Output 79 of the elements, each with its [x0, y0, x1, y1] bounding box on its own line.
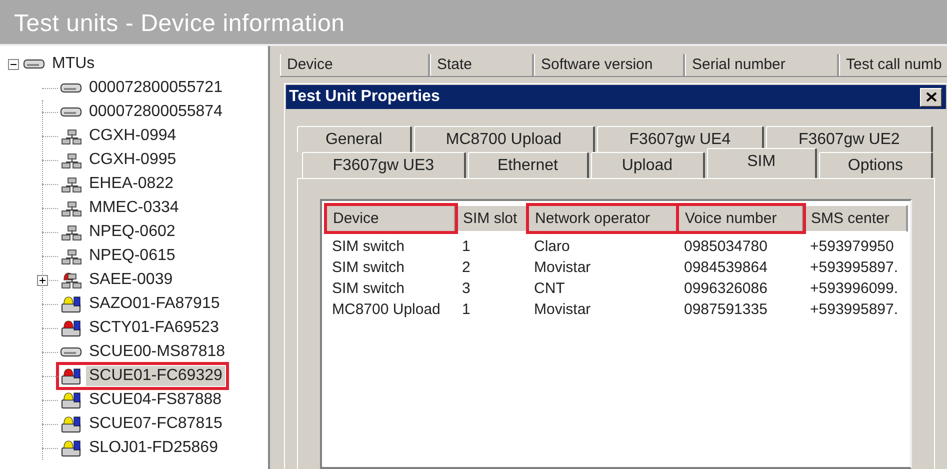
table-cell-text: CNT: [533, 280, 566, 297]
column-header[interactable]: Test call numb: [839, 54, 947, 76]
table-cell-text: 3: [461, 280, 472, 297]
network-icon: [60, 247, 82, 265]
network-icon: [60, 199, 82, 217]
network-icon: [60, 151, 82, 169]
close-button[interactable]: [920, 88, 942, 106]
tree-item[interactable]: EHEA-0822: [86, 174, 176, 194]
tree-item[interactable]: CGXH-0994: [86, 126, 180, 146]
table-cell-text: +593995897.: [809, 301, 900, 318]
table-cell-text: 0985034780: [683, 238, 768, 255]
table-cell-text: 1: [461, 238, 472, 255]
tab[interactable]: F3607gw UE4: [596, 126, 764, 152]
tree-item[interactable]: SAZO01-FA87915: [86, 294, 223, 314]
network-icon: [60, 127, 82, 145]
close-icon: [926, 92, 936, 102]
column-header[interactable]: Voice number: [678, 205, 804, 232]
tree-item[interactable]: SCUE01-FC69329: [86, 366, 226, 386]
table-cell-text: Movistar: [533, 301, 592, 318]
tab[interactable]: MC8700 Upload: [414, 126, 595, 152]
alarm-unit-icon: [60, 295, 82, 313]
tab[interactable]: Upload: [590, 152, 705, 178]
table-cell-text: SIM switch: [331, 280, 406, 297]
tree-item[interactable]: SAEE-0039: [86, 270, 176, 290]
tab[interactable]: General: [297, 126, 412, 152]
alarm-network-icon: [60, 271, 82, 289]
table-cell-text: SIM switch: [331, 238, 406, 255]
network-icon: [60, 223, 82, 241]
table-cell-text: 2: [461, 259, 472, 276]
tab[interactable]: F3607gw UE3: [302, 152, 466, 178]
table-cell-text: 0996326086: [683, 280, 768, 297]
column-header[interactable]: SIM slot: [456, 205, 528, 232]
drive-icon: [60, 347, 82, 357]
column-header[interactable]: Software version: [534, 54, 685, 76]
tree-item[interactable]: SCUE04-FS87888: [86, 390, 225, 410]
drive-icon: [23, 59, 45, 69]
tab[interactable]: Ethernet: [468, 152, 589, 178]
tree-item[interactable]: SLOJ01-FD25869: [86, 438, 221, 458]
tab[interactable]: SIM: [706, 148, 817, 178]
column-header[interactable]: State: [430, 54, 534, 76]
tree-item[interactable]: SCUE00-MS87818: [86, 342, 228, 362]
tab[interactable]: F3607gw UE2: [766, 126, 933, 152]
drive-icon: [60, 107, 82, 117]
collapse-icon[interactable]: [8, 58, 19, 70]
table-cell-text: +593995897.: [809, 259, 900, 276]
alarm-unit-icon: [60, 367, 82, 385]
tree-item[interactable]: 000072800055874: [86, 102, 226, 122]
tree-item[interactable]: SCUE07-FC87815: [86, 414, 226, 434]
tree-item[interactable]: MMEC-0334: [86, 198, 182, 218]
tab[interactable]: Options: [818, 152, 933, 178]
table-cell-text: +593996099.: [809, 280, 900, 297]
expand-icon[interactable]: [37, 275, 48, 286]
tree-item[interactable]: 000072800055721: [86, 78, 226, 98]
table-cell-text: +593979950: [809, 238, 895, 255]
tree-item[interactable]: NPEQ-0615: [86, 246, 178, 266]
tree-item[interactable]: NPEQ-0602: [86, 222, 178, 242]
tree-item[interactable]: MTUs: [49, 54, 98, 74]
alarm-unit-icon: [60, 391, 82, 409]
column-header[interactable]: SMS center: [804, 205, 908, 232]
tree-item[interactable]: SCTY01-FA69523: [86, 318, 222, 338]
alarm-unit-icon: [60, 319, 82, 337]
table-cell-text: Claro: [533, 238, 571, 255]
table-cell-text: 0987591335: [683, 301, 768, 318]
column-header[interactable]: Serial number: [685, 54, 839, 76]
table-cell-text: 0984539864: [683, 259, 768, 276]
network-icon: [60, 175, 82, 193]
table-cell-text: SIM switch: [331, 259, 406, 276]
alarm-unit-icon: [60, 439, 82, 457]
window-title: Test units - Device information: [14, 10, 345, 37]
drive-icon: [60, 83, 82, 93]
tree-item[interactable]: CGXH-0995: [86, 150, 180, 170]
column-header[interactable]: Network operator: [528, 205, 678, 232]
table-cell-text: MC8700 Upload: [331, 301, 442, 318]
table-cell-text: Movistar: [533, 259, 592, 276]
column-header[interactable]: Device: [326, 205, 456, 232]
table-cell-text: 1: [461, 301, 472, 318]
dialog-title: Test Unit Properties: [289, 88, 440, 106]
column-header[interactable]: Device: [280, 54, 430, 76]
alarm-unit-icon: [60, 415, 82, 433]
